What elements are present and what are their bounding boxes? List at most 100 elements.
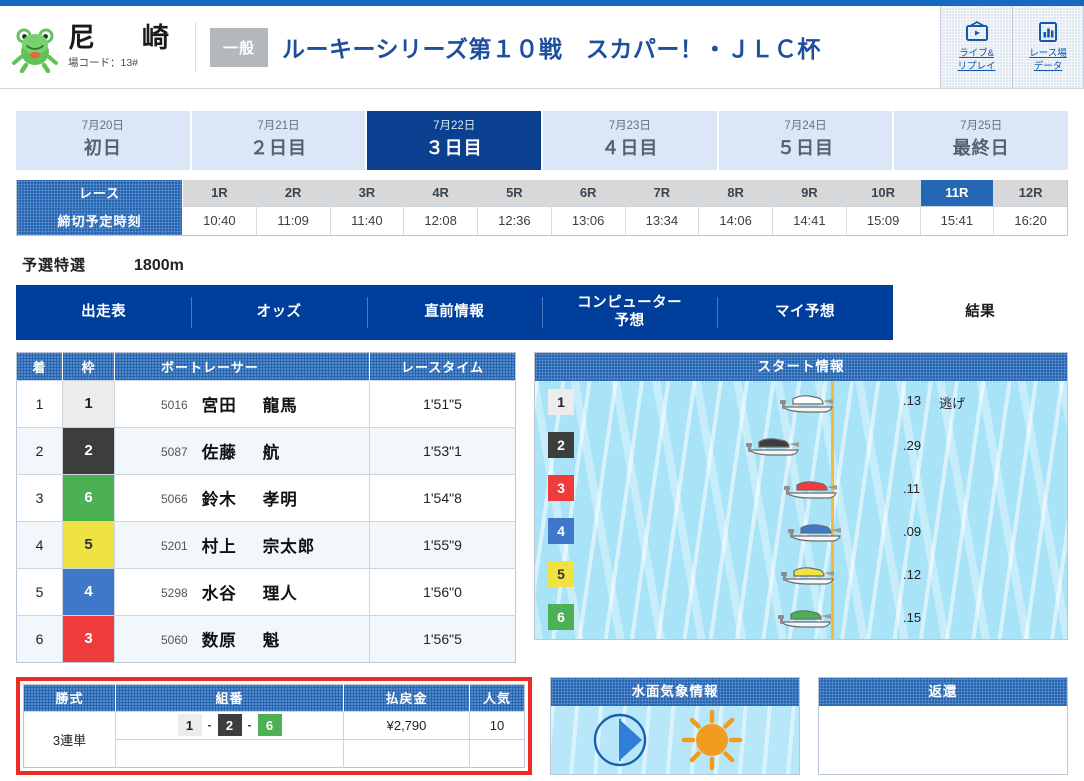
race-number-11R[interactable]: 11R — [920, 179, 995, 206]
day-tab-2[interactable]: 7月21日 ２日目 — [191, 111, 366, 170]
deadline-row: 締切予定時刻 10:40 11:09 11:40 12:08 12:36 13:06 13:… — [17, 205, 1067, 235]
race-number-7R[interactable]: 7R — [625, 179, 700, 206]
racer-first-name: 魁 — [262, 631, 281, 650]
tab-label: コンピューター 予想 — [577, 294, 682, 330]
race-deadline-7R: 13:34 — [625, 205, 700, 235]
refund-body — [819, 705, 1067, 774]
cell-rank: 2 — [16, 426, 63, 475]
cell-race-time: 1'51"5 — [369, 379, 516, 428]
racer-first-name: 孝明 — [262, 490, 298, 509]
race-number-3R[interactable]: 3R — [330, 179, 405, 206]
race-number-1R[interactable]: 1R — [183, 179, 257, 206]
tab-5[interactable]: マイ予想 — [717, 285, 892, 340]
cell-lane: 1 — [62, 379, 115, 428]
race-deadline-8R: 14:06 — [699, 205, 773, 235]
day-tab-5[interactable]: 7月24日 ５日目 — [718, 111, 893, 170]
tab-6[interactable]: 結果 — [892, 284, 1068, 340]
race-number-5R[interactable]: 5R — [478, 179, 552, 206]
day-tab-date: 7月21日 — [257, 120, 300, 132]
racer-reg-number: 5087 — [161, 444, 188, 459]
race-number-12R[interactable]: 12R — [994, 179, 1067, 206]
cell-combination: 1-2-6 — [115, 710, 344, 740]
col-popularity: 人気 — [469, 684, 525, 712]
wind-direction-icon — [593, 713, 647, 767]
venue-name: 尼 崎 — [68, 22, 179, 53]
race-row-label: レース — [17, 179, 183, 206]
tab-1[interactable]: 出走表 — [16, 285, 191, 340]
cell-racer: 5298 水谷 理人 — [114, 567, 370, 616]
table-row: 2 2 5087 佐藤 航 1'53"1 — [16, 426, 516, 475]
race-deadline-2R: 11:09 — [256, 205, 331, 235]
race-series-title: ルーキーシリーズ第１０戦 スカパー！・ＪＬＣ杯 — [282, 36, 821, 62]
live-replay-line1: ライブ& — [959, 47, 994, 59]
grade-badge: 一般 — [210, 27, 269, 67]
payout-row: 3連単 1-2-6 ¥2,790 10 — [23, 710, 525, 768]
bottom-row: 勝式 組番 払戻金 人気 3連単1-2-6¥2,79010 水面気象情報 — [16, 676, 1068, 775]
race-number-8R[interactable]: 8R — [699, 179, 773, 206]
combo-dash: - — [207, 718, 212, 733]
race-number-row: レース 1R 2R 3R 4R 5R 6R 7R 8R 9R 10R 11R 12R — [17, 179, 1067, 206]
racer-name: 村上 宗太郎 — [202, 538, 316, 556]
start-lane-row-6: 6.15 — [535, 596, 1067, 639]
race-number-6R[interactable]: 6R — [551, 179, 626, 206]
lane-badge: 5 — [63, 521, 114, 568]
day-tab-6[interactable]: 7月25日 最終日 — [894, 111, 1069, 170]
live-replay-button[interactable]: ライブ& リプレイ — [940, 6, 1012, 88]
day-tab-3[interactable]: 7月22日 ３日目 — [367, 111, 542, 170]
start-lane-row-2: 2.29 — [535, 424, 1067, 467]
day-tab-date: 7月23日 — [608, 120, 651, 132]
cell-rank: 1 — [16, 379, 63, 428]
tab-label-line1: コンピューター — [577, 295, 683, 312]
tab-2[interactable]: オッズ — [191, 285, 366, 340]
racer-last-name: 数原 — [201, 631, 237, 650]
race-number-4R[interactable]: 4R — [404, 179, 478, 206]
lane-badge: 2 — [63, 427, 114, 474]
refund-panel: 返還 — [818, 676, 1068, 775]
racer-last-name: 宮田 — [201, 396, 237, 415]
tab-label: マイ予想 — [774, 304, 835, 321]
day-tab-1[interactable]: 7月20日 初日 — [16, 111, 190, 170]
col-time: レースタイム — [369, 352, 516, 381]
start-info-body: 1.13 逃げ 2.29 3.11 4.09 5.12 6.15 — [535, 380, 1067, 639]
racer-name: 鈴木 孝明 — [202, 491, 298, 509]
cell-racer: 5201 村上 宗太郎 — [114, 520, 370, 569]
cell-lane: 3 — [62, 614, 115, 663]
tab-label-line2: 予想 — [614, 313, 645, 330]
start-timing: .29 — [903, 438, 939, 453]
racer-first-name: 理人 — [262, 584, 298, 603]
frog-mascot-icon — [12, 21, 58, 74]
start-time-value: .29 — [903, 437, 922, 453]
tab-4[interactable]: コンピューター 予想 — [541, 285, 717, 340]
venue-code: 場コード：13# — [68, 57, 139, 70]
racer-first-name: 龍馬 — [262, 396, 298, 415]
start-time-value: .13 — [903, 392, 922, 408]
cell-rank: 5 — [16, 567, 63, 616]
race-deadline-11R: 15:41 — [920, 205, 995, 235]
race-number-9R[interactable]: 9R — [773, 179, 847, 206]
race-number-10R[interactable]: 10R — [846, 179, 921, 206]
start-lane-row-3: 3.11 — [535, 467, 1067, 510]
race-deadline-1R: 10:40 — [183, 205, 257, 235]
cell-race-time: 1'56"0 — [369, 567, 516, 616]
col-combination: 組番 — [115, 684, 344, 712]
tab-3[interactable]: 直前情報 — [366, 285, 542, 340]
day-tab-date: 7月22日 — [433, 120, 476, 132]
racetrack-data-button[interactable]: レース場 データ — [1012, 6, 1084, 88]
race-deadline-3R: 11:40 — [330, 205, 405, 235]
header-actions: ライブ& リプレイ レース場 データ — [940, 6, 1084, 88]
table-row: 6 3 5060 数原 魁 1'56"5 — [16, 614, 516, 663]
cell-lane: 4 — [62, 567, 115, 616]
race-number-2R[interactable]: 2R — [256, 179, 331, 206]
start-timing: .12 — [903, 567, 939, 582]
start-lane-number: 2 — [548, 432, 574, 459]
cell-racer: 5066 鈴木 孝明 — [114, 473, 370, 522]
site-header: 尼 崎 場コード：13# 一般 ルーキーシリーズ第１０戦 スカパー！・ＪＬＣ杯 … — [0, 6, 1084, 89]
day-tab-name: ４日目 — [601, 137, 659, 158]
cell-rank: 6 — [16, 614, 63, 663]
day-tab-4[interactable]: 7月23日 ４日目 — [543, 111, 717, 170]
race-deadline-5R: 12:36 — [478, 205, 552, 235]
col-bet-type: 勝式 — [23, 684, 116, 712]
start-time-value: .15 — [903, 609, 922, 625]
cell-lane: 6 — [62, 473, 115, 522]
boat-icon — [743, 434, 801, 457]
